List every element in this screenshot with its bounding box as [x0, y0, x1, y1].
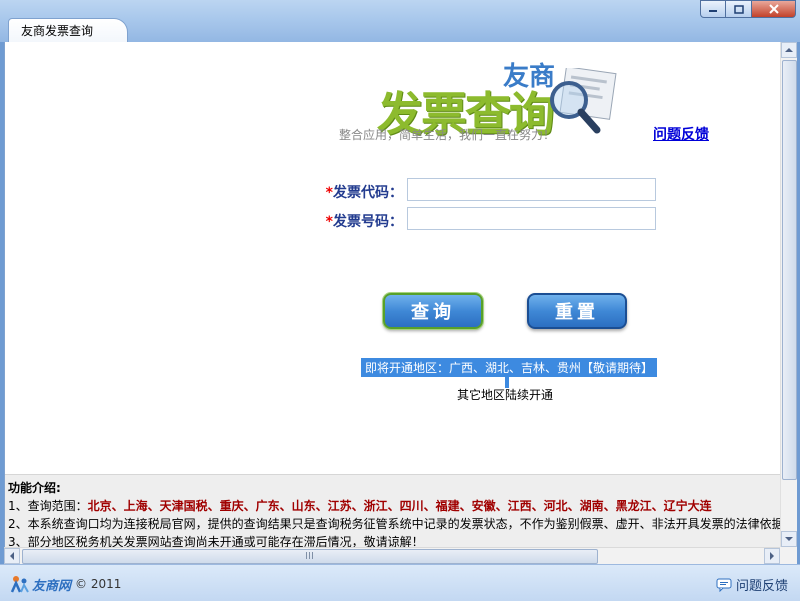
- close-icon: [768, 4, 779, 14]
- supported-regions: 北京、上海、天津国税、重庆、广东、山东、江苏、浙江、四川、福建、安徽、江西、河北…: [87, 499, 712, 513]
- magnifier-document-icon: [550, 68, 617, 134]
- main-content: 友商 发票查询 整合应用，简单生活，我们一直在努力！ 问题反馈 *发票代码： *…: [4, 42, 781, 547]
- footer-feedback-label: 问题反馈: [735, 579, 788, 594]
- query-button[interactable]: 查询: [383, 293, 483, 329]
- invoice-code-input[interactable]: [407, 178, 656, 201]
- tab-label: 友商发票查询: [21, 24, 94, 38]
- scroll-right-button[interactable]: [764, 548, 780, 564]
- scroll-down-button[interactable]: [781, 531, 797, 547]
- intro-line-disclaimer: 2、本系统查询口均为连接税局官网，提供的查询结果只是查询税务征管系统中记录的发票…: [8, 517, 781, 531]
- copyright: © 2011: [75, 577, 122, 591]
- close-button[interactable]: [752, 0, 796, 18]
- minimize-button[interactable]: [700, 0, 726, 18]
- upcoming-regions-notice: 即将开通地区：广西、湖北、吉林、贵州【敬请期待】: [361, 358, 658, 377]
- vertical-scroll-thumb[interactable]: [782, 60, 797, 480]
- grip-icon: [306, 552, 313, 559]
- minimize-icon: [709, 10, 717, 12]
- arrow-up-icon: [785, 48, 793, 52]
- invoice-code-label: *发票代码：: [325, 185, 403, 201]
- slogan: 整合应用，简单生活，我们一直在努力！: [339, 128, 556, 142]
- invoice-number-label: *发票号码：: [325, 214, 403, 230]
- title-bar: 友商发票查询: [0, 0, 800, 42]
- invoice-number-label-group: *发票号码：: [295, 209, 403, 233]
- vertical-scrollbar[interactable]: [780, 42, 797, 547]
- arrow-down-icon: [785, 537, 793, 541]
- footer-feedback-button[interactable]: 问题反馈: [716, 575, 788, 594]
- scroll-up-button[interactable]: [781, 42, 797, 58]
- maximize-button[interactable]: [726, 0, 752, 18]
- window-controls: [700, 0, 796, 18]
- footer-brand: 友商网 © 2011: [10, 574, 121, 594]
- intro-heading: 功能介绍:: [8, 481, 61, 495]
- status-bar: 友商网 © 2011 问题反馈: [0, 564, 800, 601]
- chat-bubble-icon: [716, 578, 732, 592]
- arrow-right-icon: [770, 552, 774, 560]
- horizontal-scrollbar[interactable]: [4, 547, 780, 564]
- brand-logo-icon: [10, 576, 29, 593]
- scrollbar-corner: [780, 547, 797, 564]
- intro-line-notice: 3、部分地区税务机关发票网站查询尚未开通或可能存在滞后情况，敬请谅解！: [8, 535, 424, 547]
- required-mark: *: [325, 185, 333, 201]
- maximize-icon: [733, 4, 744, 14]
- function-intro-panel: 功能介绍: 1、查询范围：北京、上海、天津国税、重庆、广东、山东、江苏、浙江、四…: [5, 474, 781, 547]
- tab-invoice-query[interactable]: 友商发票查询: [8, 18, 128, 42]
- horizontal-scroll-thumb[interactable]: [22, 549, 598, 564]
- intro-line-scope: 1、查询范围：北京、上海、天津国税、重庆、广东、山东、江苏、浙江、四川、福建、安…: [8, 499, 712, 513]
- scroll-left-button[interactable]: [4, 548, 20, 564]
- invoice-number-input[interactable]: [407, 207, 656, 230]
- arrow-left-icon: [10, 552, 14, 560]
- invoice-code-label-group: *发票代码：: [295, 180, 403, 204]
- footer-brand-name: 友商网: [32, 578, 72, 594]
- required-mark: *: [325, 214, 333, 230]
- reset-button[interactable]: 重置: [527, 293, 627, 329]
- other-regions-notice: 其它地区陆续开通: [457, 388, 554, 402]
- feedback-link[interactable]: 问题反馈: [653, 124, 709, 144]
